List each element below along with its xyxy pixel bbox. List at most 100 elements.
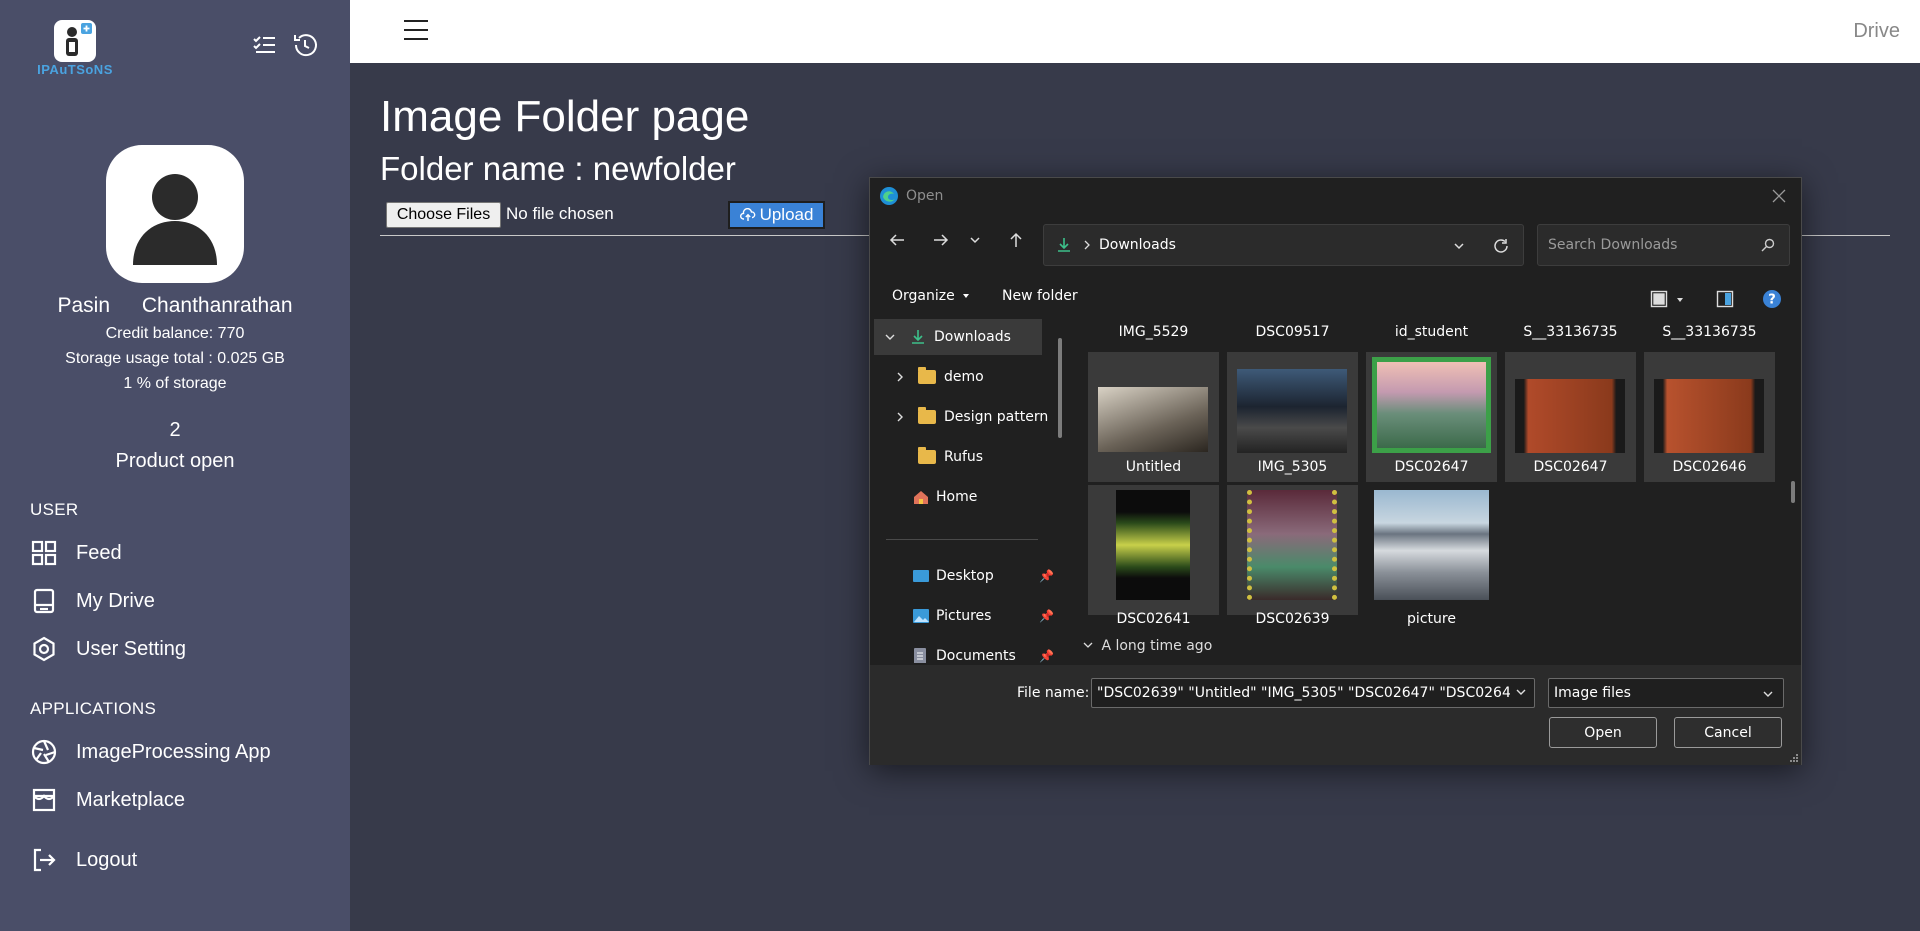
dialog-toolbar: Organize New folder ?	[870, 280, 1801, 318]
avatar[interactable]	[106, 145, 244, 283]
file-tile[interactable]: IMG_5529	[1088, 318, 1219, 340]
file-type-select[interactable]: Image files	[1548, 678, 1784, 708]
chevron-down-icon[interactable]	[1452, 239, 1466, 253]
section-applications: APPLICATIONS	[30, 699, 157, 718]
file-tile-selected[interactable]: DSC02647	[1505, 352, 1636, 482]
file-list-pane: IMG_5529 DSC09517 id_student S__33136735…	[1071, 318, 1797, 663]
caret-down-icon	[963, 294, 970, 298]
no-file-chosen-text: No file chosen	[506, 204, 614, 223]
topbar: Drive	[350, 0, 1920, 63]
chevron-down-icon[interactable]	[884, 331, 896, 343]
pin-icon[interactable]: 📌	[1039, 649, 1054, 663]
thumbnail-image	[1654, 379, 1764, 453]
nav-folder-design-pattern[interactable]: Design pattern	[894, 399, 1058, 435]
file-name: IMG_5305	[1257, 459, 1328, 475]
store-icon	[30, 786, 58, 814]
caret-down-icon[interactable]	[1676, 296, 1684, 304]
page-title: Image Folder page	[380, 92, 750, 141]
nav-marketplace[interactable]: Marketplace	[30, 784, 330, 816]
nav-desktop[interactable]: Desktop 📌	[912, 558, 1058, 594]
nav-logout[interactable]: Logout	[30, 844, 330, 876]
resize-grip-icon[interactable]	[1789, 753, 1799, 763]
history-icon[interactable]	[290, 30, 320, 60]
app-logo[interactable]: IPAuTSoNS	[36, 18, 114, 80]
close-icon[interactable]	[1769, 186, 1789, 206]
pin-icon[interactable]: 📌	[1039, 609, 1054, 623]
nav-folder-rufus[interactable]: Rufus	[918, 439, 1058, 475]
folder-icon	[918, 407, 936, 424]
file-name: S__33136735	[1523, 324, 1618, 340]
home-icon	[914, 491, 928, 504]
nav-documents[interactable]: Documents 📌	[912, 638, 1058, 663]
nav-pictures[interactable]: Pictures 📌	[912, 598, 1058, 634]
nav-home-label: Home	[936, 489, 978, 505]
cancel-button[interactable]: Cancel	[1674, 717, 1782, 748]
file-name: IMG_5529	[1118, 324, 1189, 340]
file-tile[interactable]: picture	[1366, 485, 1497, 627]
search-icon	[1761, 238, 1775, 252]
recent-locations-button[interactable]	[964, 225, 986, 255]
edge-browser-icon	[880, 187, 898, 205]
arrow-right-icon	[934, 234, 949, 246]
nav-rufus-label: Rufus	[944, 449, 984, 465]
open-button[interactable]: Open	[1549, 717, 1657, 748]
file-tile-selected[interactable]: DSC02646	[1644, 352, 1775, 482]
upload-button[interactable]: Upload	[728, 201, 825, 229]
chevron-down-icon	[1763, 691, 1773, 697]
thumbnail-image	[1247, 490, 1337, 600]
thumbnail-image	[1515, 379, 1625, 453]
nav-scrollbar[interactable]	[1058, 338, 1062, 438]
file-name-input[interactable]	[1091, 678, 1535, 708]
nav-home[interactable]: Home	[912, 479, 1058, 515]
address-bar[interactable]: Downloads	[1043, 224, 1524, 266]
file-tile-selected[interactable]: DSC02647	[1366, 352, 1497, 482]
file-type-value: Image files	[1554, 685, 1631, 701]
chevron-right-icon[interactable]	[894, 411, 906, 423]
nav-design-label: Design pattern	[944, 409, 1049, 425]
file-tile[interactable]: DSC09517	[1227, 318, 1358, 340]
aperture-icon	[30, 738, 58, 766]
search-input[interactable]: Search Downloads	[1537, 224, 1790, 266]
chevron-right-icon[interactable]	[894, 371, 906, 383]
view-options-icon[interactable]	[1650, 290, 1668, 308]
file-tile-selected[interactable]: DSC02641	[1088, 485, 1219, 627]
chevron-down-icon[interactable]	[1514, 685, 1528, 699]
new-folder-button[interactable]: New folder	[1002, 288, 1078, 304]
file-name: id_student	[1394, 324, 1469, 340]
storage-percent: 1 % of storage	[123, 375, 227, 392]
thumbnail-image	[1372, 357, 1491, 453]
task-list-icon[interactable]	[250, 30, 280, 60]
organize-button[interactable]: Organize	[892, 288, 970, 304]
upload-button-label: Upload	[759, 205, 814, 224]
file-name: DSC02639	[1255, 611, 1330, 627]
nav-my-drive[interactable]: My Drive	[30, 585, 330, 617]
up-button[interactable]	[1001, 225, 1031, 255]
file-name: DSC09517	[1255, 324, 1330, 340]
nav-imageprocessing-app[interactable]: ImageProcessing App	[30, 736, 330, 768]
refresh-icon[interactable]	[1492, 237, 1510, 255]
forward-button[interactable]	[926, 225, 956, 255]
nav-user-setting[interactable]: User Setting	[30, 633, 330, 665]
file-tile[interactable]: S__33136735	[1505, 318, 1636, 340]
credit-balance: Credit balance: 770	[105, 325, 245, 342]
back-button[interactable]	[882, 225, 912, 255]
file-tile[interactable]: id_student	[1366, 318, 1497, 340]
sidebar: IPAuTSoNS Pasin Chanthanrathan Credit ba…	[0, 0, 350, 931]
file-tile-selected[interactable]: IMG_5305	[1227, 352, 1358, 482]
file-pane-scrollbar[interactable]	[1791, 481, 1795, 503]
menu-icon[interactable]	[404, 20, 428, 42]
file-tile-selected[interactable]: Untitled	[1088, 352, 1219, 482]
help-icon[interactable]: ?	[1762, 289, 1782, 309]
nav-downloads[interactable]: Downloads	[874, 319, 1042, 355]
dialog-titlebar[interactable]: Open	[870, 178, 1801, 214]
file-name: DSC02641	[1116, 611, 1191, 627]
nav-folder-demo[interactable]: demo	[894, 359, 1058, 395]
group-header-long-time-ago[interactable]: A long time ago	[1083, 638, 1212, 654]
preview-pane-icon[interactable]	[1716, 290, 1734, 308]
pin-icon[interactable]: 📌	[1039, 569, 1054, 583]
file-tile-selected[interactable]: DSC02639	[1227, 485, 1358, 627]
file-tile[interactable]: S__33136735	[1644, 318, 1775, 340]
choose-files-button[interactable]: Choose Files	[386, 202, 501, 228]
nav-feed[interactable]: Feed	[30, 537, 330, 569]
download-icon	[1058, 238, 1070, 252]
